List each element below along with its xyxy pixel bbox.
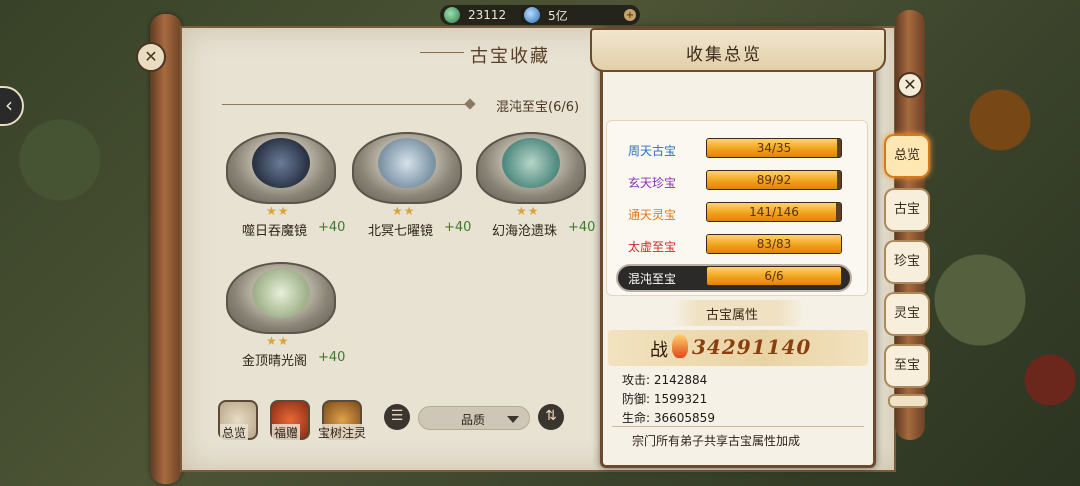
treasure-item[interactable]: ★★ 金顶晴光阁 +40 [222,262,346,372]
rail-end-cap [888,394,928,408]
water-drop-icon [524,7,540,23]
collection-count: 141/146 [749,205,799,219]
item-name: 幻海沧遗珠 [492,224,558,239]
star-rating: ★★ [266,204,290,218]
stat-label: 防御: [622,392,651,406]
filter-list-icon[interactable]: ☰ [384,404,410,430]
scroll-rod-left [150,14,182,484]
treasure-tree-label: 宝树注灵 [316,424,369,441]
item-name: 北冥七曜镜 [368,224,434,239]
tab-spirit-treasure[interactable]: 灵宝 [884,292,930,336]
tab-supreme-treasure[interactable]: 至宝 [884,344,930,388]
treasure-item[interactable]: ★★ 北冥七曜镜 +40 [348,132,472,242]
collection-progress-bar: 141/146 [706,202,842,222]
footer-divider [612,426,864,427]
collection-count: 34/35 [756,141,792,155]
collection-progress-bar: 83/83 [706,234,842,254]
item-bonus: +40 [568,220,596,235]
panel-footer: 宗门所有弟子共享古宝属性加成 [632,434,801,448]
flame-icon [672,334,688,358]
title-ornament-left [420,52,464,53]
stat-value: 1599321 [653,392,708,406]
power-badge: 战 [650,340,668,361]
water-resource: 5亿 + [520,5,640,25]
star-rating: ★★ [266,334,290,348]
collection-count: 89/92 [756,173,792,187]
collection-progress-bar: 6/6 [706,266,842,286]
water-amount: 5亿 [548,8,568,23]
section-divider [222,104,472,105]
collection-progress-bar: 34/35 [706,138,842,158]
close-icon[interactable]: ✕ [897,72,923,98]
stat-defense: 防御: 1599321 [622,390,707,407]
gift-label: 福赠 [272,424,301,441]
item-bonus: +40 [318,350,346,365]
collection-label: 混沌至宝 [628,272,677,286]
item-bonus: +40 [318,220,346,235]
quality-value: 品质 [461,413,486,427]
quality-dropdown[interactable]: 品质 [418,406,530,430]
overview-label: 总览 [220,424,249,441]
collection-count: 6/6 [764,269,784,283]
item-name: 噬日吞魔镜 [242,224,308,239]
pearl-icon [502,138,560,188]
tab-ancient-treasure[interactable]: 古宝 [884,188,930,232]
stat-hp: 生命: 36605859 [622,409,715,426]
collection-progress-bar: 89/92 [706,170,842,190]
jade-icon [444,7,460,23]
section-title: 混沌至宝(6/6) [496,100,580,115]
close-icon[interactable]: ✕ [136,42,166,72]
scroll-title: 古宝收藏 [470,46,550,67]
pavilion-icon [252,268,310,318]
star-rating: ★★ [392,204,416,218]
mirror-icon [252,138,310,188]
collection-count: 83/83 [756,237,792,251]
sort-icon[interactable]: ⇅ [538,404,564,430]
stat-value: 2142884 [653,373,708,387]
stat-label: 攻击: [622,373,651,387]
stat-attack: 攻击: 2142884 [622,371,707,388]
collection-label: 太虚至宝 [628,240,677,254]
item-name: 金顶晴光阁 [242,354,308,369]
panel-title: 收集总览 [686,45,762,65]
add-water-icon[interactable]: + [624,9,636,21]
treasure-item[interactable]: ★★ 噬日吞魔镜 +40 [222,132,346,242]
chevron-down-icon [507,416,519,423]
collection-label: 通天灵宝 [628,208,677,222]
attr-title: 古宝属性 [706,308,759,323]
collection-label: 周天古宝 [628,144,677,158]
treasure-item[interactable]: ★★ 幻海沧遗珠 +40 [472,132,596,242]
stat-label: 生命: [622,411,651,425]
tab-overview[interactable]: 总览 [884,134,930,178]
stat-value: 36605859 [653,411,715,425]
star-rating: ★★ [516,204,540,218]
mirror-icon [378,138,436,188]
collection-label: 玄天珍宝 [628,176,677,190]
item-bonus: +40 [444,220,472,235]
tab-rare-treasure[interactable]: 珍宝 [884,240,930,284]
power-value: 34291140 [692,335,812,359]
jade-amount: 23112 [468,8,507,22]
